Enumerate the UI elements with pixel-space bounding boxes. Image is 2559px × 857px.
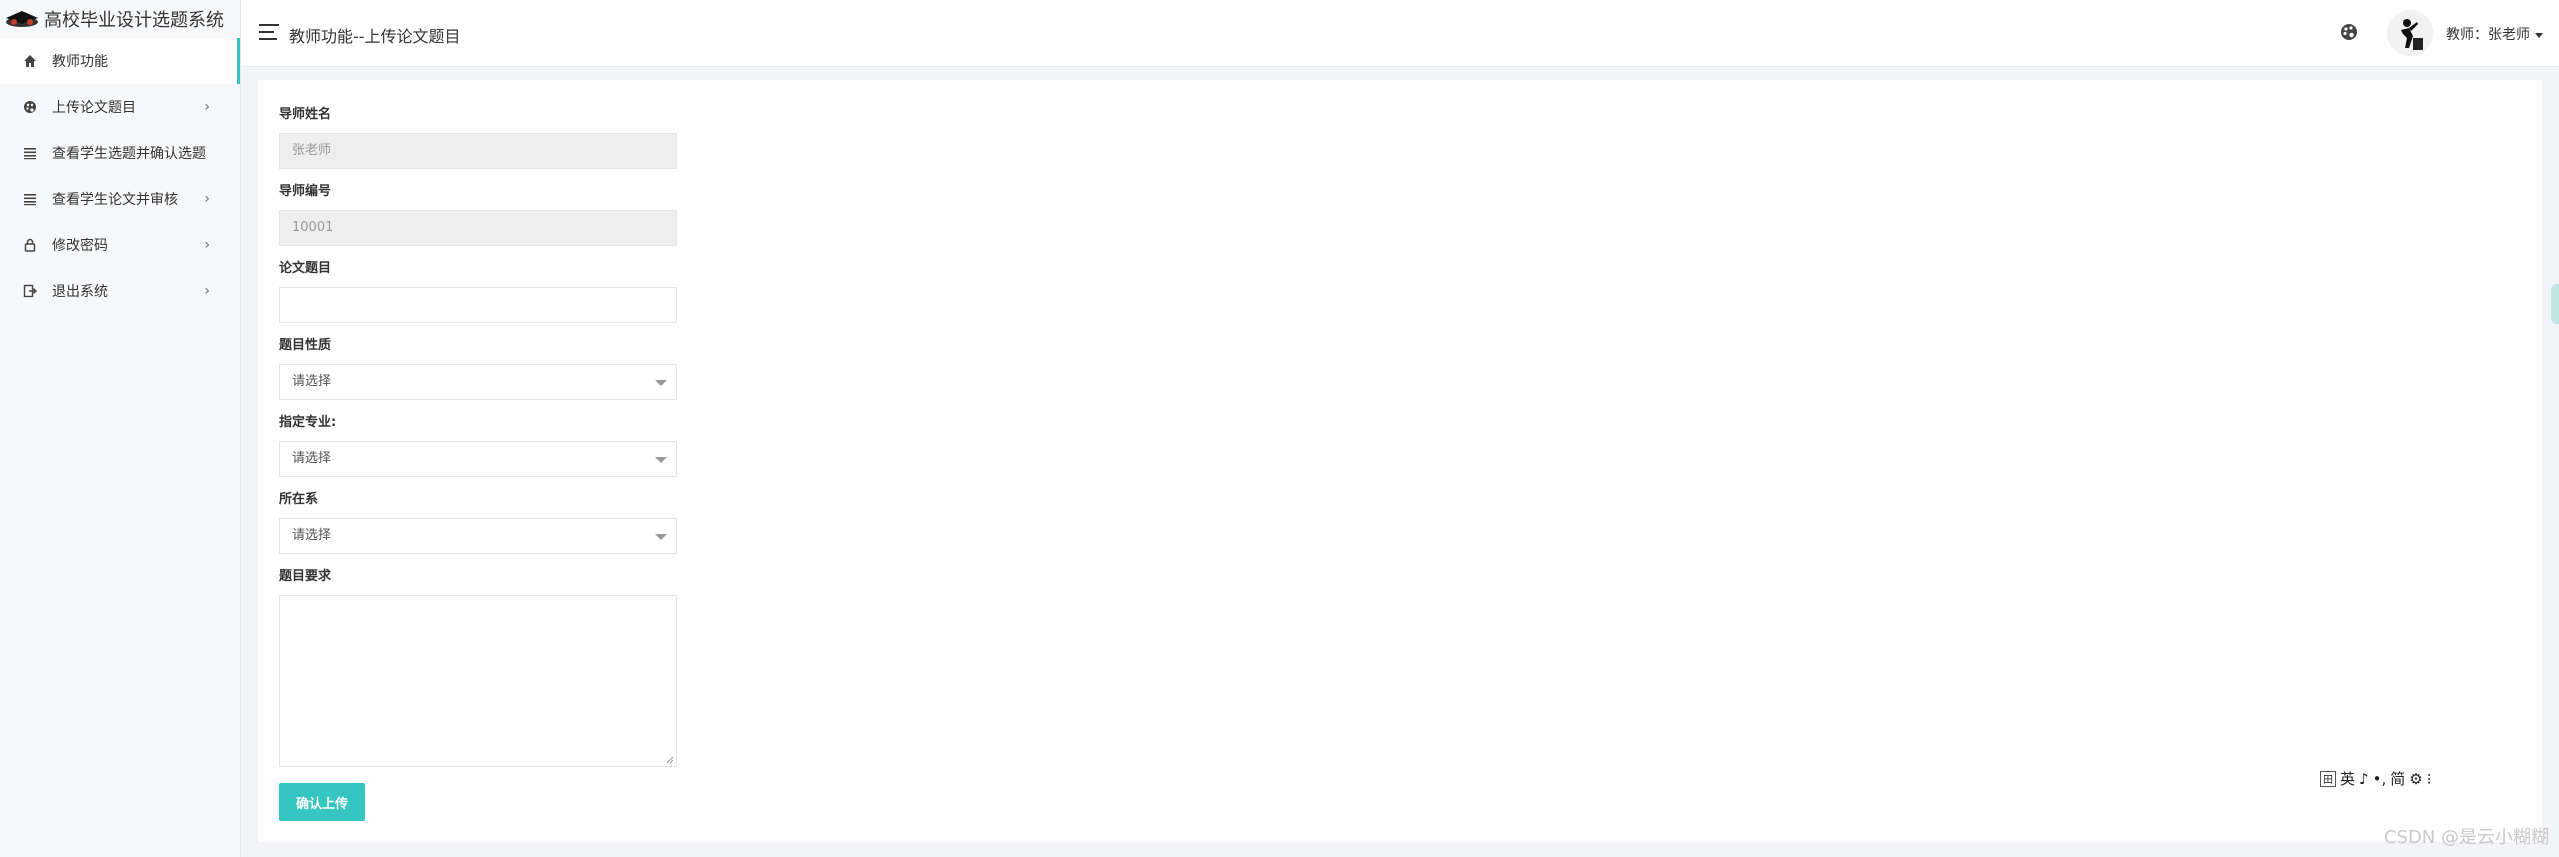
home-icon xyxy=(22,53,38,69)
ime-toolbar: 田 英 ♪ •, 简 ⚙ ⁝ xyxy=(2320,768,2431,789)
sidebar-item-change-password[interactable]: 修改密码 › xyxy=(0,222,240,268)
logout-icon xyxy=(22,283,38,299)
app-title: 高校毕业设计选题系统 xyxy=(44,10,224,31)
content-panel: 导师姓名 张老师 导师编号 10001 论文题目 题目性质 请选择 指定专业: … xyxy=(258,80,2542,842)
sidebar-item-review-student-theses[interactable]: 查看学生论文并审核 › xyxy=(0,176,240,222)
graduation-cap-logo xyxy=(6,11,38,27)
brand: 高校毕业设计选题系统 xyxy=(0,0,240,38)
resize-handle-icon[interactable] xyxy=(666,756,674,764)
user-menu[interactable]: 教师：张老师 xyxy=(2446,24,2543,44)
ime-settings-icon[interactable]: ⚙ xyxy=(2409,770,2422,788)
requirements-label: 题目要求 xyxy=(279,569,332,584)
requirements-textarea[interactable] xyxy=(279,595,677,767)
sidebar-item-teacher-functions[interactable]: 教师功能 xyxy=(0,38,240,84)
list-icon xyxy=(22,191,38,207)
sidebar: 高校毕业设计选题系统 教师功能 上传论文题目 › 查看学生选题并确认选题 查看学… xyxy=(0,0,241,857)
menu-toggle-icon[interactable] xyxy=(259,24,279,40)
ime-more-icon[interactable]: ⁝ xyxy=(2427,770,2432,788)
theme-palette-icon[interactable] xyxy=(2339,22,2359,42)
user-name: 教师：张老师 xyxy=(2446,27,2530,43)
sidebar-item-upload-thesis-topic[interactable]: 上传论文题目 › xyxy=(0,84,240,130)
chevron-right-icon: › xyxy=(204,237,210,253)
advisor-name-label: 导师姓名 xyxy=(279,107,332,122)
ime-simplified-toggle[interactable]: 简 xyxy=(2390,768,2405,789)
chevron-right-icon: › xyxy=(204,99,210,115)
sidebar-item-label: 上传论文题目 xyxy=(52,100,136,116)
sidebar-item-label: 修改密码 xyxy=(52,238,108,254)
ime-english-toggle[interactable]: 英 xyxy=(2340,768,2355,789)
topic-type-label: 题目性质 xyxy=(279,338,332,353)
sidebar-item-logout[interactable]: 退出系统 › xyxy=(0,268,240,314)
caret-down-icon xyxy=(2535,32,2543,38)
chevron-right-icon: › xyxy=(204,283,210,299)
advisor-id-field: 10001 xyxy=(279,210,677,246)
watermark: CSDN @是云小糊糊 xyxy=(2383,827,2549,848)
top-header: 教师功能--上传论文题目 教师：张老师 xyxy=(241,0,2559,67)
thesis-title-label: 论文题目 xyxy=(279,261,332,276)
chevron-right-icon: › xyxy=(204,191,210,207)
sidebar-item-label: 查看学生选题并确认选题 xyxy=(52,146,206,162)
sidebar-item-label: 查看学生论文并审核 xyxy=(52,192,178,208)
list-icon xyxy=(22,145,38,161)
ime-grid-icon[interactable]: 田 xyxy=(2320,770,2336,787)
advisor-name-field: 张老师 xyxy=(279,133,677,169)
side-edge-tab[interactable] xyxy=(2551,284,2559,324)
sidebar-item-label: 教师功能 xyxy=(52,54,108,70)
ime-moon-icon[interactable]: ♪ xyxy=(2359,770,2369,788)
upload-topic-form: 导师姓名 张老师 导师编号 10001 论文题目 题目性质 请选择 指定专业: … xyxy=(279,106,679,821)
avatar[interactable] xyxy=(2387,10,2433,56)
major-select[interactable]: 请选择 xyxy=(279,441,677,477)
department-label: 所在系 xyxy=(279,492,319,507)
topic-type-select[interactable]: 请选择 xyxy=(279,364,677,400)
ime-punctuation-toggle[interactable]: •, xyxy=(2373,770,2387,788)
department-select[interactable]: 请选择 xyxy=(279,518,677,554)
sidebar-item-view-student-topics[interactable]: 查看学生选题并确认选题 xyxy=(0,130,240,176)
thesis-title-input[interactable] xyxy=(279,287,677,323)
page-title: 教师功能--上传论文题目 xyxy=(289,27,461,46)
advisor-id-label: 导师编号 xyxy=(279,184,332,199)
lock-icon xyxy=(22,237,38,253)
major-label: 指定专业: xyxy=(279,415,337,430)
sidebar-item-label: 退出系统 xyxy=(52,284,108,300)
palette-icon xyxy=(22,99,38,115)
sidebar-nav: 教师功能 上传论文题目 › 查看学生选题并确认选题 查看学生论文并审核 › 修改… xyxy=(0,38,240,314)
confirm-upload-button[interactable]: 确认上传 xyxy=(279,783,365,821)
